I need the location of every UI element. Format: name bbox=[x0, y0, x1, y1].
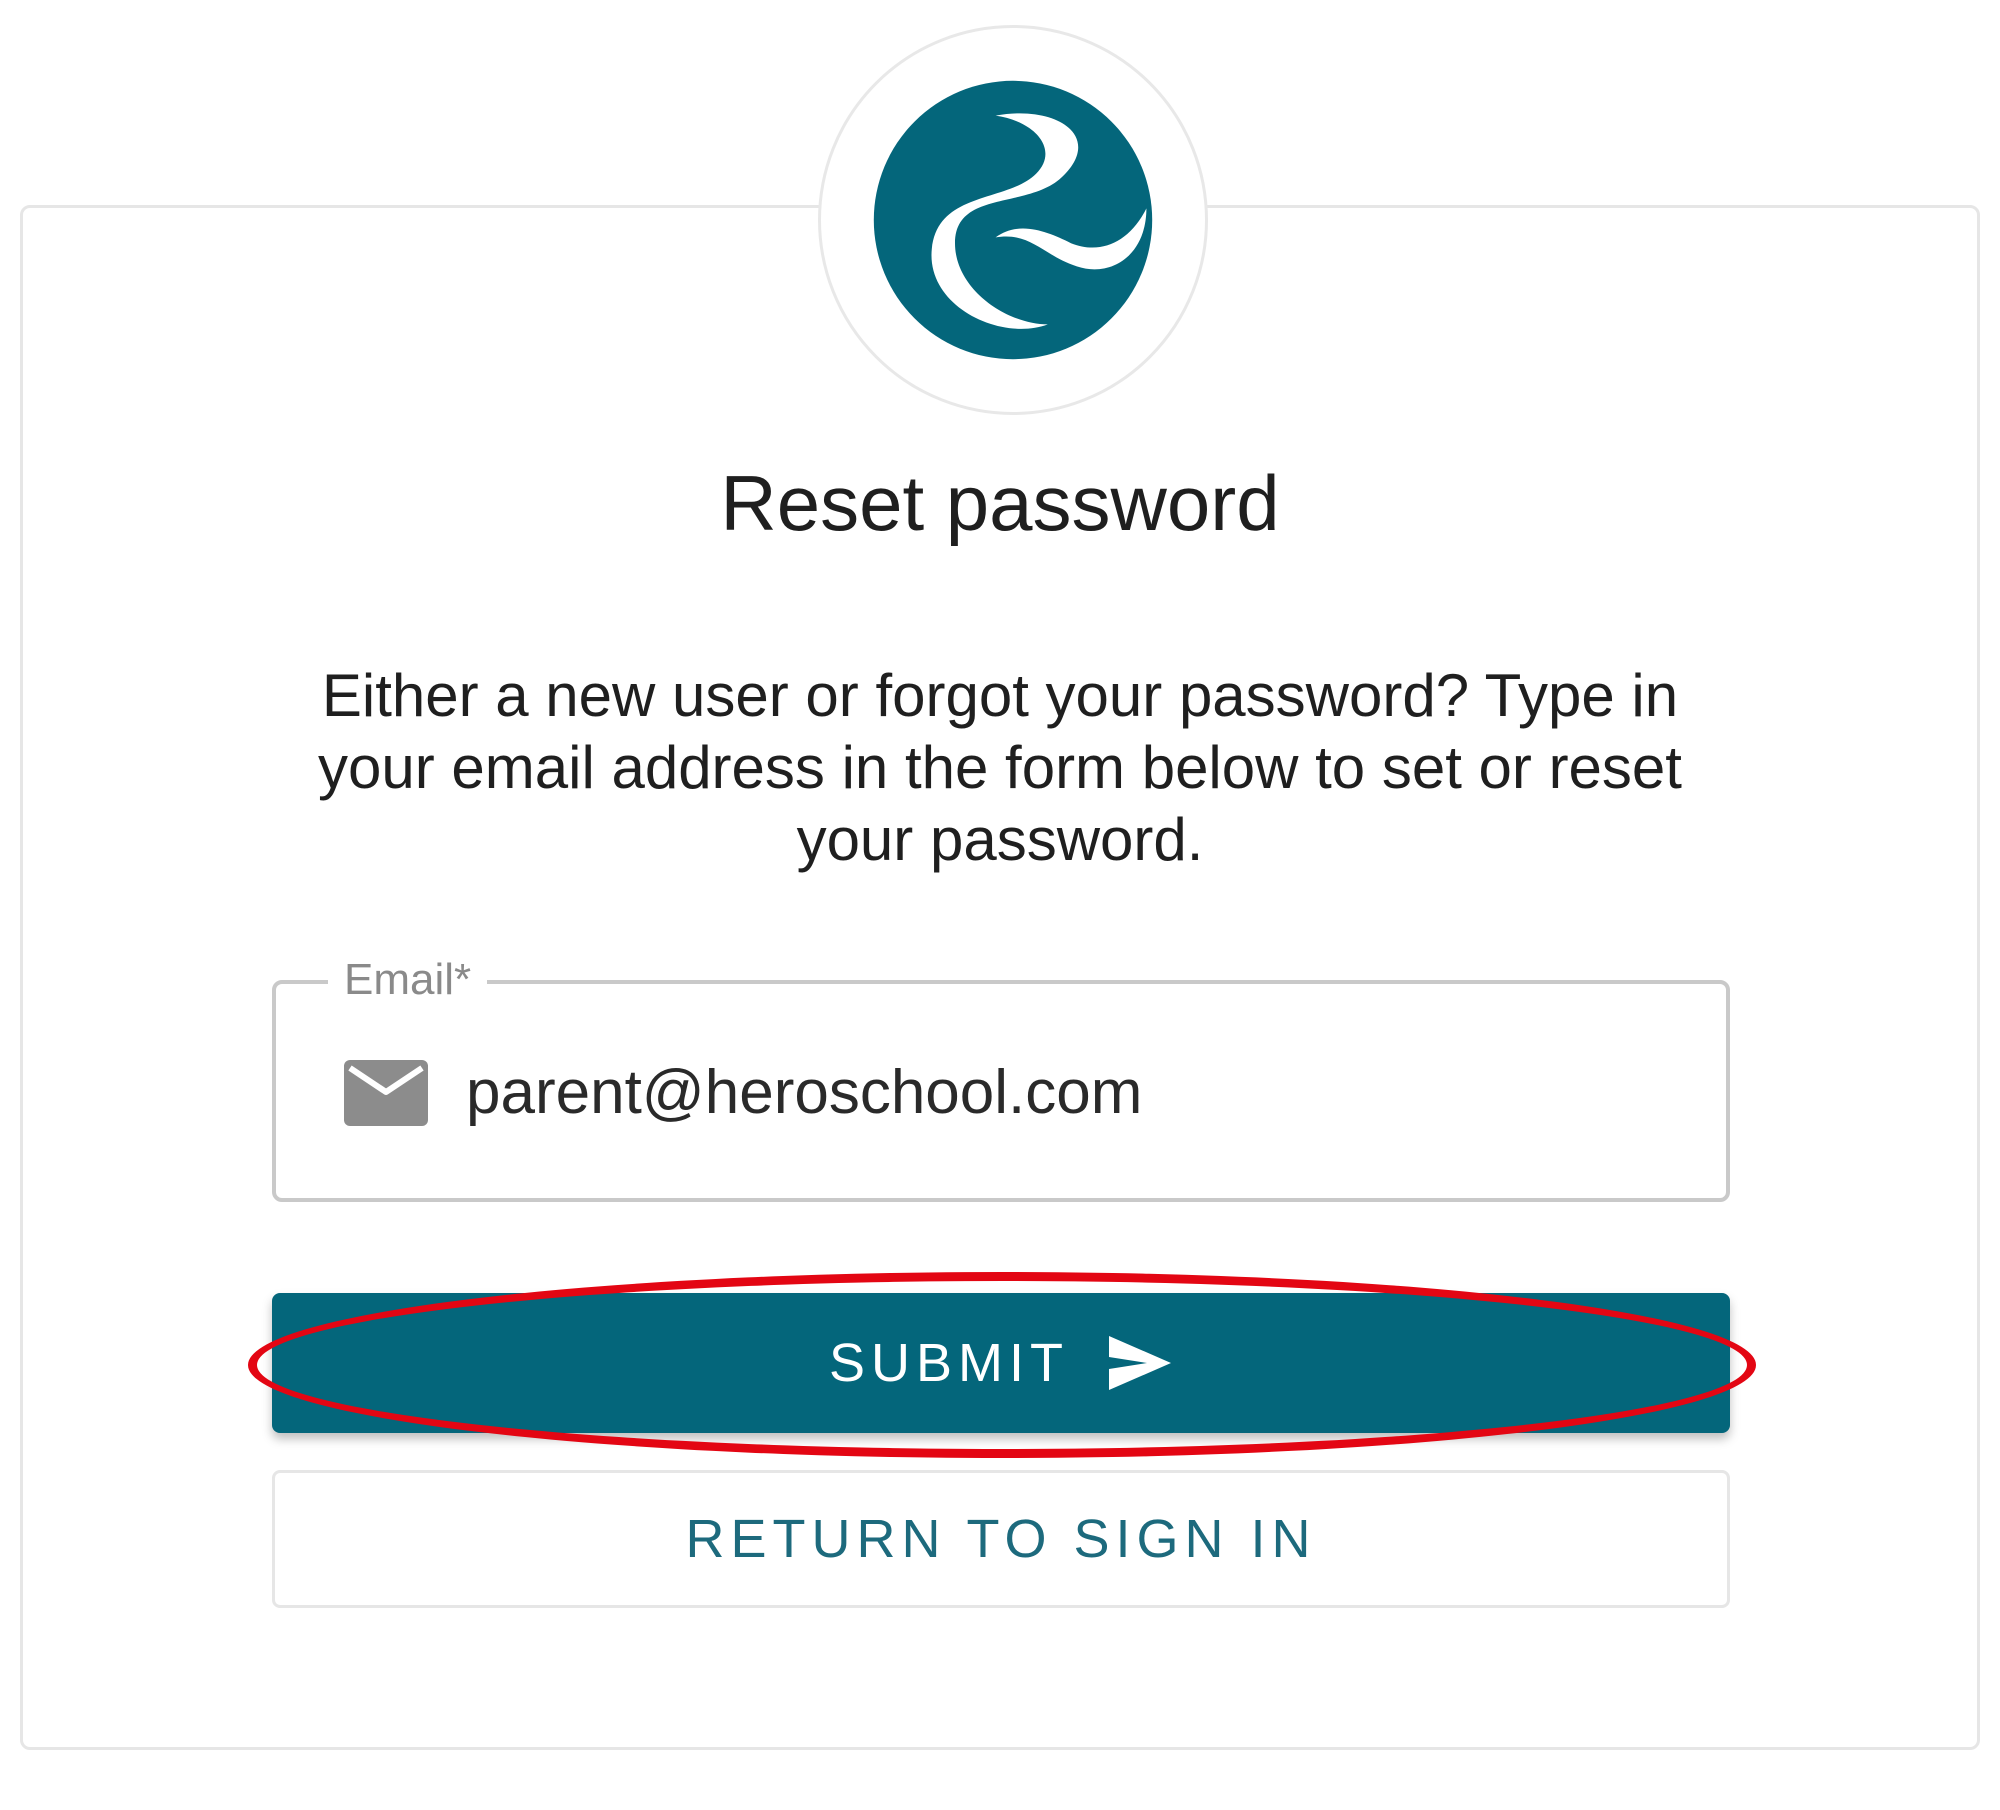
submit-button[interactable]: SUBMIT bbox=[272, 1293, 1730, 1433]
page-description: Either a new user or forgot your passwor… bbox=[318, 662, 1682, 873]
submit-button-label: SUBMIT bbox=[828, 1333, 1069, 1393]
page-title: Reset password bbox=[720, 459, 1280, 547]
return-to-sign-in-button[interactable]: RETURN TO SIGN IN bbox=[272, 1470, 1730, 1608]
email-field-label: Email* bbox=[328, 952, 488, 1008]
email-input[interactable] bbox=[466, 1042, 1666, 1142]
mail-icon bbox=[344, 1060, 428, 1126]
logo-badge bbox=[818, 25, 1208, 415]
swirl-logo-icon bbox=[873, 80, 1153, 360]
email-field[interactable]: Email* bbox=[272, 952, 1730, 1202]
return-to-sign-in-label: RETURN TO SIGN IN bbox=[685, 1509, 1317, 1569]
send-icon bbox=[1109, 1336, 1171, 1390]
